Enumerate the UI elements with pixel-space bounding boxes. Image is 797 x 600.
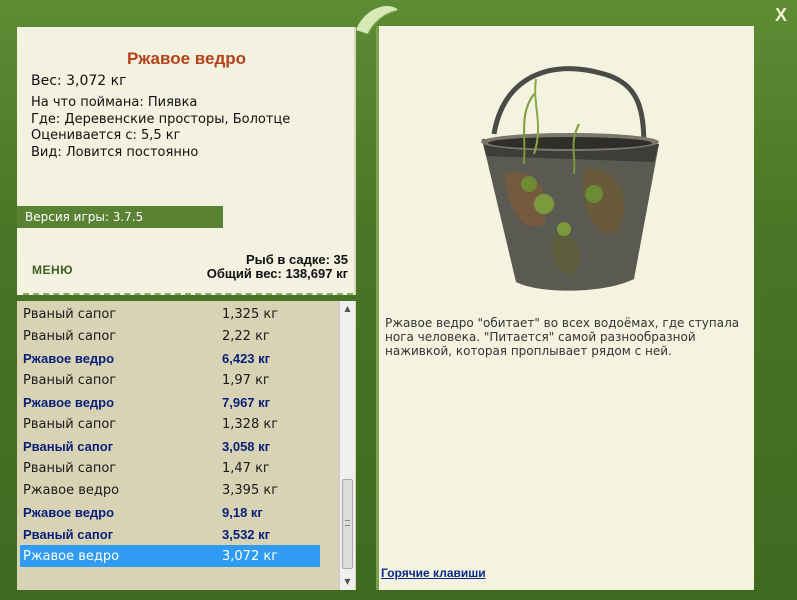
fish-weight: Вес: 3,072 кг (31, 73, 127, 89)
list-item[interactable]: Рваный сапог 1,47 кг (20, 457, 320, 479)
scrollbar-thumb[interactable] (342, 479, 353, 569)
fish-image-panel: Ржавое ведро "обитает" во всех водоёмах,… (376, 26, 754, 590)
list-item-name: Рваный сапог (23, 438, 114, 454)
list-item-weight: 1,328 кг (222, 416, 279, 432)
list-item-weight: 3,058 кг (222, 438, 271, 454)
list-item-name: Ржавое ведро (23, 350, 115, 366)
rusty-bucket-image (481, 66, 659, 291)
hotkeys-link[interactable]: Горячие клавиши (381, 566, 486, 580)
fish-valued-from: Оценивается с: 5,5 кг (31, 128, 181, 143)
list-item-weight: 7,967 кг (222, 394, 271, 410)
list-item-name: Рваный сапог (23, 416, 117, 432)
list-item-name: Ржавое ведро (23, 394, 115, 410)
menu-button[interactable]: МЕНЮ (32, 263, 73, 277)
list-item-weight: 1,47 кг (222, 460, 270, 476)
list-item-weight: 1,325 кг (222, 306, 279, 322)
game-version: Версия игры: 3.7.5 (17, 206, 223, 228)
list-item[interactable]: Рваный сапог 1,328 кг (20, 413, 320, 435)
close-icon[interactable]: X (772, 6, 790, 24)
list-item-name: Ржавое ведро (23, 548, 120, 564)
fish-info-panel: Ржавое ведро Вес: 3,072 кг На что пойман… (17, 27, 356, 295)
catch-list: Рваный сапог 1,325 кг Рваный сапог 2,22 кг Р… (17, 301, 356, 590)
cage-total-weight: Общий вес: 138,697 кг (206, 266, 348, 281)
chevron-down-icon[interactable]: ▼ (340, 574, 355, 590)
fish-details: На что поймана: Пиявка Где: Деревенские … (31, 95, 290, 161)
fish-description: Ржавое ведро "обитает" во всех водоёмах,… (385, 316, 740, 358)
list-item[interactable]: Ржавое ведро 3,395 кг (20, 479, 320, 501)
list-item[interactable]: Ржавое ведро 3,072 кг (20, 545, 320, 567)
cage-stats: Рыб в садке: 35 Общий вес: 138,697 кг (207, 253, 348, 281)
list-item-name: Рваный сапог (23, 372, 117, 388)
list-item[interactable]: Рваный сапог 2,22 кг (20, 325, 320, 347)
list-item-name: Ржавое ведро (23, 482, 120, 498)
list-item-weight: 9,18 кг (222, 504, 263, 520)
list-item[interactable]: Ржавое ведро 9,18 кг (20, 501, 320, 523)
chevron-up-icon[interactable]: ▲ (340, 301, 355, 317)
fish-bait: На что поймана: Пиявка (31, 95, 198, 110)
divider (23, 293, 353, 295)
list-item-name: Рваный сапог (23, 460, 117, 476)
list-item-weight: 1,97 кг (222, 372, 270, 388)
list-item-name: Рваный сапог (23, 306, 117, 322)
list-item[interactable]: Рваный сапог 1,325 кг (20, 303, 320, 325)
list-scrollbar[interactable]: ▲ ▼ (339, 301, 355, 590)
list-item-name: Рваный сапог (23, 328, 117, 344)
catch-list-rows: Рваный сапог 1,325 кг Рваный сапог 2,22 кг Р… (20, 303, 320, 567)
list-item[interactable]: Ржавое ведро 6,423 кг (20, 347, 320, 369)
list-item-weight: 2,22 кг (222, 328, 270, 344)
list-item-weight: 3,532 кг (222, 526, 271, 542)
cage-count: Рыб в садке: 35 (245, 252, 348, 267)
list-item[interactable]: Рваный сапог 3,532 кг (20, 523, 320, 545)
list-item-name: Ржавое ведро (23, 504, 115, 520)
list-item[interactable]: Рваный сапог 3,058 кг (20, 435, 320, 457)
list-item-weight: 3,395 кг (222, 482, 279, 498)
list-item[interactable]: Ржавое ведро 7,967 кг (20, 391, 320, 413)
fish-title: Ржавое ведро (126, 49, 247, 68)
fish-kind: Вид: Ловится постоянно (31, 144, 199, 160)
list-item[interactable]: Рваный сапог 1,97 кг (20, 369, 320, 391)
fish-location: Где: Деревенские просторы, Болотце (31, 111, 291, 127)
list-item-weight: 6,423 кг (222, 350, 271, 366)
list-item-name: Рваный сапог (23, 526, 114, 542)
list-item-weight: 3,072 кг (222, 548, 279, 564)
